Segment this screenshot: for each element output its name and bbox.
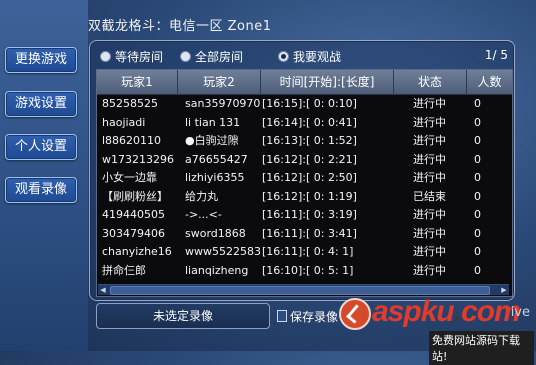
- page-indicator: 1/ 5: [484, 48, 508, 62]
- watermark-wordmark: aspku.com: [372, 295, 521, 328]
- replay-selection-field[interactable]: 未选定录像: [96, 303, 270, 329]
- col-player1[interactable]: 玩家1: [97, 70, 178, 94]
- cell-player2: san35970970: [185, 97, 261, 110]
- radio-icon: [180, 51, 191, 62]
- cell-player2: sword1868: [185, 226, 246, 240]
- table-row[interactable]: haojiadi li tian 131 [16:14]:[ 0: 0:41] 进行中…: [97, 114, 512, 133]
- cell-count: 0: [474, 189, 481, 203]
- filter-spectate[interactable]: 我要观战: [278, 48, 341, 65]
- table-row[interactable]: chanyizhe16 www5522583 [16:11]:[ 0: 4: 1] 进…: [97, 243, 512, 262]
- cell-count: 0: [474, 134, 481, 147]
- cell-time: [16:14]:[ 0: 0:41]: [262, 115, 357, 129]
- horizontal-scrollbar[interactable]: ◀ ▶: [98, 284, 509, 295]
- window-title: 双截龙格斗：电信一区 Zone1: [88, 19, 272, 34]
- room-filter-bar: 等待房间 全部房间 我要观战 1/ 5: [98, 47, 508, 65]
- col-player2[interactable]: 玩家2: [178, 70, 261, 94]
- table-body: 85258525 san35970970 [16:15]:[ 0: 0:10] 进行中…: [97, 95, 512, 280]
- col-count[interactable]: 人数: [467, 70, 512, 94]
- table-row[interactable]: 419440505 ->...<- [16:11]:[ 0: 3:19] 进行中 0: [97, 206, 512, 225]
- cell-player2: a76655427: [185, 152, 248, 166]
- cell-time: [16:10]:[ 0: 5: 1]: [262, 263, 354, 277]
- cell-count: 0: [474, 263, 481, 277]
- cell-count: 0: [474, 97, 481, 110]
- cell-player2: lizhiyi6355: [185, 171, 245, 184]
- cell-player1: l88620110: [102, 134, 162, 147]
- cell-time: [16:15]:[ 0: 0:10]: [262, 97, 357, 110]
- scroll-thumb[interactable]: [110, 286, 490, 295]
- filter-waiting-rooms[interactable]: 等待房间: [100, 48, 163, 65]
- cell-count: 0: [474, 152, 481, 166]
- table-header: 玩家1 玩家2 时间[开始]:[长度] 状态 人数: [97, 70, 512, 95]
- cell-status: 进行中: [413, 245, 446, 258]
- watch-replay-button[interactable]: 观看录像: [5, 177, 77, 203]
- cell-player1: 419440505: [102, 208, 165, 221]
- cell-player1: 303479406: [102, 226, 165, 240]
- cell-count: 0: [474, 208, 481, 221]
- cell-count: 0: [474, 171, 481, 184]
- cell-status: 进行中: [413, 97, 446, 110]
- table-row[interactable]: l88620110 ●白驹过隙 [16:13]:[ 0: 1:52] 进行中 0: [97, 132, 512, 151]
- cell-status: 已结束: [413, 189, 446, 203]
- room-table: 玩家1 玩家2 时间[开始]:[长度] 状态 人数 85258525 san359…: [96, 69, 513, 297]
- cell-player1: 拼命仨郎: [102, 263, 146, 277]
- cell-player2: www5522583: [185, 245, 261, 258]
- cell-time: [16:13]:[ 0: 1:52]: [262, 134, 357, 147]
- cell-time: [16:11]:[ 0: 3:19]: [262, 208, 357, 221]
- table-row[interactable]: 【刷刷粉丝】 给力丸 [16:12]:[ 0: 1:19] 已结束 0: [97, 188, 512, 207]
- table-row[interactable]: w173213296 a76655427 [16:12]:[ 0: 2:21] 进行中…: [97, 151, 512, 170]
- cell-player1: 85258525: [102, 97, 158, 110]
- cell-time: [16:11]:[ 0: 4: 1]: [262, 245, 354, 258]
- cell-player1: haojiadi: [102, 115, 146, 129]
- change-game-button[interactable]: 更换游戏: [5, 47, 77, 73]
- game-settings-button[interactable]: 游戏设置: [5, 91, 77, 117]
- cell-time: [16:12]:[ 0: 2:21]: [262, 152, 357, 166]
- cell-player2: 给力丸: [185, 189, 218, 203]
- watermark-tagline: 免费网站源码下载站!: [429, 331, 534, 365]
- cell-player2: ->...<-: [185, 208, 222, 221]
- col-time[interactable]: 时间[开始]:[长度]: [261, 70, 394, 94]
- cell-count: 0: [474, 226, 481, 240]
- cell-status: 进行中: [413, 226, 446, 240]
- radio-icon: [100, 51, 111, 62]
- save-replay-button[interactable]: 保存录像: [277, 305, 338, 327]
- cell-count: 0: [474, 115, 481, 129]
- table-row[interactable]: 拼命仨郎 lianqizheng [16:10]:[ 0: 5: 1] 进行中 0: [97, 262, 512, 281]
- cell-player2: lianqizheng: [185, 263, 249, 277]
- filter-all-rooms[interactable]: 全部房间: [180, 48, 243, 65]
- cell-player1: 小女一边靠: [102, 171, 157, 184]
- cell-status: 进行中: [413, 134, 446, 147]
- watermark: aspku.com ive 免费网站源码下载站!: [334, 295, 534, 365]
- cell-status: 进行中: [413, 115, 446, 129]
- personal-settings-button[interactable]: 个人设置: [5, 134, 77, 160]
- cell-player2: li tian 131: [185, 115, 241, 129]
- cell-player1: 【刷刷粉丝】: [102, 189, 168, 203]
- cell-player2: ●白驹过隙: [185, 134, 239, 147]
- scroll-left-icon[interactable]: ◀: [98, 285, 108, 295]
- scroll-right-icon[interactable]: ▶: [499, 285, 509, 295]
- cell-status: 进行中: [413, 208, 446, 221]
- cell-status: 进行中: [413, 171, 446, 184]
- watermark-logo-icon: [339, 298, 371, 330]
- cell-time: [16:12]:[ 0: 2:50]: [262, 171, 357, 184]
- radio-selected-icon: [278, 51, 289, 62]
- table-row[interactable]: 小女一边靠 lizhiyi6355 [16:12]:[ 0: 2:50] 进行中 0: [97, 169, 512, 188]
- cell-count: 0: [474, 245, 481, 258]
- cell-player1: w173213296: [102, 152, 174, 166]
- save-icon: [277, 310, 287, 322]
- cell-player1: chanyizhe16: [102, 245, 172, 258]
- cell-time: [16:11]:[ 0: 3:41]: [262, 226, 357, 240]
- cell-status: 进行中: [413, 263, 446, 277]
- cell-time: [16:12]:[ 0: 1:19]: [262, 189, 357, 203]
- table-row[interactable]: 85258525 san35970970 [16:15]:[ 0: 0:10] 进行中…: [97, 95, 512, 114]
- cell-status: 进行中: [413, 152, 446, 166]
- watermark-live: ive: [510, 305, 530, 320]
- col-status[interactable]: 状态: [394, 70, 467, 94]
- table-row[interactable]: 303479406 sword1868 [16:11]:[ 0: 3:41] 进行中 0: [97, 225, 512, 244]
